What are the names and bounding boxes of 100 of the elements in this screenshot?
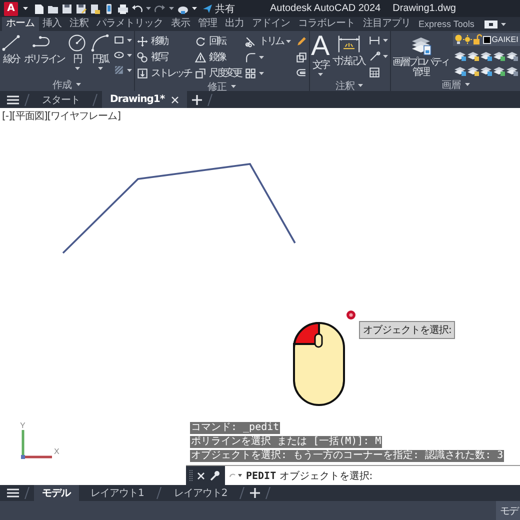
app-title: Autodesk AutoCAD 2024: [270, 3, 381, 14]
layout-tab[interactable]: モデル: [34, 485, 78, 501]
document-icon[interactable]: [89, 2, 101, 14]
tool-button[interactable]: 円弧: [90, 33, 112, 71]
tool-button[interactable]: ポリライン: [24, 33, 66, 65]
file-tab[interactable]: Drawing1*: [102, 91, 187, 108]
add-tab-icon[interactable]: [249, 487, 262, 499]
layer-dropdown[interactable]: GAIKEI: [452, 33, 520, 46]
tool-button[interactable]: 移動: [136, 34, 169, 48]
tool-button[interactable]: 線分: [1, 33, 23, 65]
tab-divider-icon: [24, 486, 30, 500]
workspace-icon[interactable]: [484, 20, 498, 28]
fillet-icon[interactable]: [244, 50, 257, 64]
tab-divider-icon: [206, 92, 213, 106]
ribbon-tab[interactable]: コラボレート: [294, 17, 359, 31]
ellipse-icon[interactable]: [113, 49, 125, 61]
caret-icon: [74, 82, 82, 87]
save-icon[interactable]: [61, 2, 73, 14]
close-icon[interactable]: [197, 472, 205, 480]
tab-divider-icon: [239, 486, 246, 500]
caret-icon: [464, 82, 471, 87]
array-icon[interactable]: [244, 66, 257, 80]
undo-icon[interactable]: [131, 2, 143, 14]
tool-button[interactable]: 回転: [194, 34, 227, 48]
layout-tab[interactable]: レイアウト2: [166, 485, 236, 501]
menu-icon[interactable]: [6, 487, 20, 499]
new-file-icon[interactable]: [33, 2, 45, 14]
layer-tool-icon[interactable]: [480, 64, 492, 76]
document-name: Drawing1.dwg: [392, 3, 456, 14]
ribbon-tab[interactable]: 注目アプリ: [359, 17, 414, 31]
wrench-icon[interactable]: [209, 470, 220, 481]
file-tab[interactable]: スタート: [34, 91, 88, 108]
tool-button[interactable]: A 文字: [311, 33, 332, 77]
rectangle-icon[interactable]: [113, 34, 125, 46]
panel-title[interactable]: 画層: [442, 78, 471, 91]
caret-icon: [145, 6, 152, 11]
viewport-controls[interactable]: [-][平面図][ワイヤフレーム]: [2, 109, 121, 123]
panel-title[interactable]: 作成: [52, 78, 82, 91]
tool-button[interactable]: 寸法記入: [332, 33, 367, 67]
table-icon[interactable]: [368, 66, 381, 79]
stretch-icon: [136, 66, 149, 80]
caret-icon: [230, 84, 236, 89]
close-icon[interactable]: [170, 96, 179, 104]
tool-button[interactable]: 円: [67, 33, 89, 71]
sun-icon: [462, 34, 472, 45]
ribbon-tab[interactable]: アドイン: [248, 17, 294, 31]
line-icon: [1, 33, 21, 53]
layer-tool-icon[interactable]: [480, 49, 492, 61]
rotate-icon: [194, 34, 207, 48]
pencil-icon[interactable]: [295, 34, 308, 48]
ucs-icon: [21, 430, 52, 459]
tooltip: オブジェクトを選択:: [359, 321, 456, 339]
layer-tool-icon[interactable]: [466, 49, 479, 61]
axis-label: X: [54, 447, 60, 456]
ribbon-tab[interactable]: 管理: [194, 17, 221, 31]
move-icon: [136, 34, 149, 48]
ribbon-tab[interactable]: 表示: [167, 17, 194, 31]
caret-icon: [126, 52, 133, 58]
copy-icon: [136, 50, 149, 64]
caret-icon: [168, 6, 175, 11]
tool-button[interactable]: 尺度変更: [194, 66, 243, 80]
layer-tool-icon[interactable]: [454, 49, 466, 61]
trim-icon: [244, 34, 257, 48]
tool-button[interactable]: 画層プロパティ管理: [392, 33, 452, 78]
leader-icon[interactable]: [368, 50, 381, 63]
ribbon-tab[interactable]: Express Tools: [414, 17, 478, 31]
print-icon[interactable]: [117, 2, 129, 14]
tab-divider-icon: [24, 92, 30, 106]
caret-icon: [500, 22, 508, 26]
share-button[interactable]: 共有: [202, 2, 235, 16]
layer-tool-icon[interactable]: [492, 49, 505, 61]
ribbon-tab[interactable]: パラメトリック: [92, 17, 167, 31]
layout-tab[interactable]: レイアウト1: [82, 485, 152, 501]
layer-tool-icon[interactable]: [506, 64, 518, 76]
panel-title[interactable]: 注釈: [335, 78, 364, 91]
caret-icon: [191, 6, 198, 11]
menu-icon[interactable]: [6, 94, 20, 106]
redo-icon[interactable]: [154, 2, 166, 14]
add-tab-icon[interactable]: [190, 94, 203, 106]
model-space-button[interactable]: モデ: [496, 501, 520, 520]
cursor-marker-icon: [346, 310, 356, 320]
layer-tool-icon[interactable]: [506, 49, 518, 61]
tool-button[interactable]: 複写: [136, 50, 169, 64]
ribbon-tab[interactable]: 出力: [221, 17, 248, 31]
tool-button[interactable]: ストレッチ: [136, 66, 193, 80]
layer-tool-icon[interactable]: [492, 64, 505, 76]
arc-icon: [90, 33, 110, 53]
tool-button[interactable]: 鏡像: [194, 50, 227, 64]
ribbon-tab[interactable]: 挿入: [38, 17, 66, 31]
save-as-icon[interactable]: [75, 2, 87, 14]
layer-tool-icon[interactable]: [454, 64, 466, 76]
ribbon-tab[interactable]: 注釈: [66, 17, 92, 31]
tool-button[interactable]: トリム: [244, 34, 294, 48]
ribbon-tab[interactable]: ホーム: [2, 17, 38, 31]
panel-title[interactable]: 修正: [208, 80, 236, 91]
app-menu-button[interactable]: A: [4, 2, 18, 16]
layer-tool-icon[interactable]: [466, 64, 479, 76]
linear-dimension-icon[interactable]: [368, 34, 381, 47]
stacked-squares-icon[interactable]: [295, 50, 308, 64]
caret-icon: [22, 6, 29, 11]
